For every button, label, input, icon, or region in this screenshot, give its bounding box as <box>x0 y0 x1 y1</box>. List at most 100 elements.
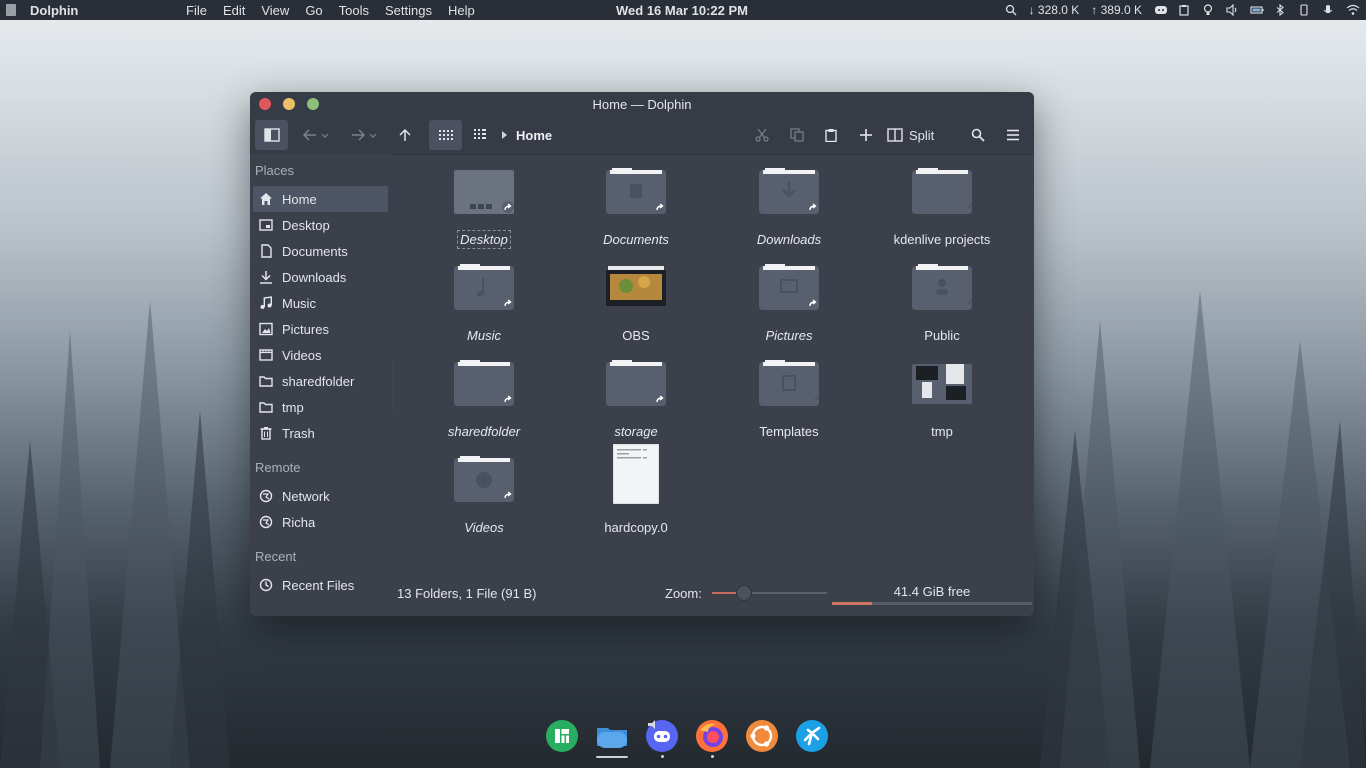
sidebar-item-recent-files[interactable]: Recent Files <box>253 572 388 598</box>
sidebar-item-network[interactable]: Network <box>253 483 388 509</box>
dock-ubuntu[interactable] <box>737 718 787 762</box>
breadcrumb-home[interactable]: Home <box>516 128 552 143</box>
sidebar-item-tmp[interactable]: tmp <box>253 394 388 420</box>
title-bar[interactable]: Home — Dolphin <box>250 92 1034 116</box>
dock-firefox[interactable] <box>687 718 737 762</box>
zoom-slider-handle[interactable] <box>736 585 753 601</box>
search-button[interactable] <box>964 120 992 150</box>
zoom-slider[interactable] <box>712 585 827 601</box>
file-name: Documents <box>603 232 669 247</box>
paste-button[interactable] <box>817 120 845 150</box>
search-icon[interactable] <box>1005 4 1017 16</box>
places-panel: Places Home Desktop Documents Downloads … <box>250 154 392 616</box>
sidebar-item-documents[interactable]: Documents <box>253 238 388 264</box>
file-item[interactable]: OBS <box>566 264 706 354</box>
free-space-label[interactable]: 41.4 GiB free <box>832 584 1032 599</box>
forward-button[interactable] <box>346 120 382 150</box>
arrow-left-icon <box>302 129 329 141</box>
file-item-label: kdenlive projects <box>872 232 1012 247</box>
up-button[interactable] <box>390 120 420 150</box>
menu-go[interactable]: Go <box>305 3 322 18</box>
menu-help[interactable]: Help <box>448 3 475 18</box>
file-item[interactable]: Videos <box>414 456 554 546</box>
hamburger-menu-button[interactable] <box>999 120 1027 150</box>
file-item[interactable]: Documents <box>566 168 706 258</box>
menu-settings[interactable]: Settings <box>385 3 432 18</box>
toggle-sidebar-button[interactable] <box>255 120 288 150</box>
sidebar-item-richa[interactable]: Richa <box>253 509 388 535</box>
home-icon <box>259 192 273 206</box>
discord-icon <box>646 720 678 752</box>
hamburger-icon <box>1007 129 1019 141</box>
dock-dolphin[interactable] <box>587 718 637 762</box>
text-file-icon <box>612 443 673 505</box>
file-item[interactable]: Templates <box>719 360 859 450</box>
microphone-icon[interactable] <box>1322 4 1334 16</box>
file-name: kdenlive projects <box>893 232 991 247</box>
compact-view-button[interactable] <box>466 120 494 150</box>
sidebar-item-downloads[interactable]: Downloads <box>253 264 388 290</box>
file-name: sharedfolder <box>447 424 521 439</box>
back-button[interactable] <box>298 120 334 150</box>
file-item[interactable]: Pictures <box>719 264 859 354</box>
file-item-label: Documents <box>566 232 706 247</box>
file-item-label: Desktop <box>414 230 554 249</box>
dock-discord[interactable] <box>637 718 687 762</box>
clock[interactable]: Wed 16 Mar 10:22 PM <box>616 3 748 18</box>
kdeconnect-tray-icon[interactable] <box>1298 4 1310 16</box>
file-item-label: Music <box>414 328 554 343</box>
video-icon <box>259 348 273 362</box>
sidebar-item-desktop[interactable]: Desktop <box>253 212 388 238</box>
battery-icon[interactable] <box>1250 4 1264 16</box>
cut-button[interactable] <box>748 120 776 150</box>
file-name: Music <box>467 328 501 343</box>
dock-kdeconnect[interactable] <box>787 718 837 762</box>
symlink-arrow-icon <box>807 296 819 309</box>
sidebar-item-label: Downloads <box>282 269 347 285</box>
sidebar-item-home[interactable]: Home <box>253 186 388 212</box>
folder-icon <box>912 264 973 310</box>
file-item[interactable]: kdenlive projects <box>872 168 1012 258</box>
sidebar-item-pictures[interactable]: Pictures <box>253 316 388 342</box>
file-item[interactable]: hardcopy.0 <box>566 443 706 546</box>
split-button[interactable]: Split <box>887 120 957 150</box>
volume-icon[interactable] <box>1226 3 1238 17</box>
file-item[interactable]: tmp <box>872 360 1012 450</box>
places-header: Places <box>255 163 295 178</box>
sidebar-item-trash[interactable]: Trash <box>253 420 388 446</box>
file-item-label: Pictures <box>719 328 859 343</box>
breadcrumb[interactable]: Home <box>502 120 552 150</box>
file-item[interactable]: Downloads <box>719 168 859 258</box>
symlink-arrow-icon <box>654 392 666 405</box>
bluetooth-icon[interactable] <box>1274 3 1286 17</box>
file-item[interactable]: Public <box>872 264 1012 354</box>
menu-view[interactable]: View <box>261 3 289 18</box>
discord-tray-icon[interactable] <box>1154 4 1167 16</box>
symlink-arrow-icon <box>502 296 514 309</box>
network-icon <box>259 515 273 529</box>
plus-icon <box>860 129 872 141</box>
sidebar-item-sharedfolder[interactable]: sharedfolder <box>253 368 388 394</box>
file-item[interactable]: storage <box>566 360 706 450</box>
menu-file[interactable]: File <box>186 3 207 18</box>
sidebar-item-music[interactable]: Music <box>253 290 388 316</box>
sidebar-item-label: Pictures <box>282 321 329 337</box>
net-up-speed: ↑ 389.0 K <box>1091 3 1142 17</box>
file-view[interactable]: Desktop Documents Downloads kdenlive projec… <box>392 154 1034 592</box>
file-item[interactable]: Desktop <box>414 168 554 258</box>
menu-edit[interactable]: Edit <box>223 3 245 18</box>
sidebar-item-videos[interactable]: Videos <box>253 342 388 368</box>
copy-button[interactable] <box>783 120 811 150</box>
icons-view-button[interactable] <box>429 120 462 150</box>
dock-manjaro-settings[interactable] <box>537 718 587 762</box>
bulb-icon[interactable] <box>1202 4 1214 16</box>
clipboard-tray-icon[interactable] <box>1178 4 1190 16</box>
wifi-icon[interactable] <box>1346 4 1360 16</box>
new-button[interactable] <box>852 120 880 150</box>
sidebar-item-label: Network <box>282 488 330 504</box>
file-item[interactable]: Music <box>414 264 554 354</box>
file-name: storage <box>614 424 658 439</box>
kdeconnect-icon <box>796 720 828 752</box>
menu-tools[interactable]: Tools <box>339 3 369 18</box>
file-item[interactable]: sharedfolder <box>414 360 554 450</box>
